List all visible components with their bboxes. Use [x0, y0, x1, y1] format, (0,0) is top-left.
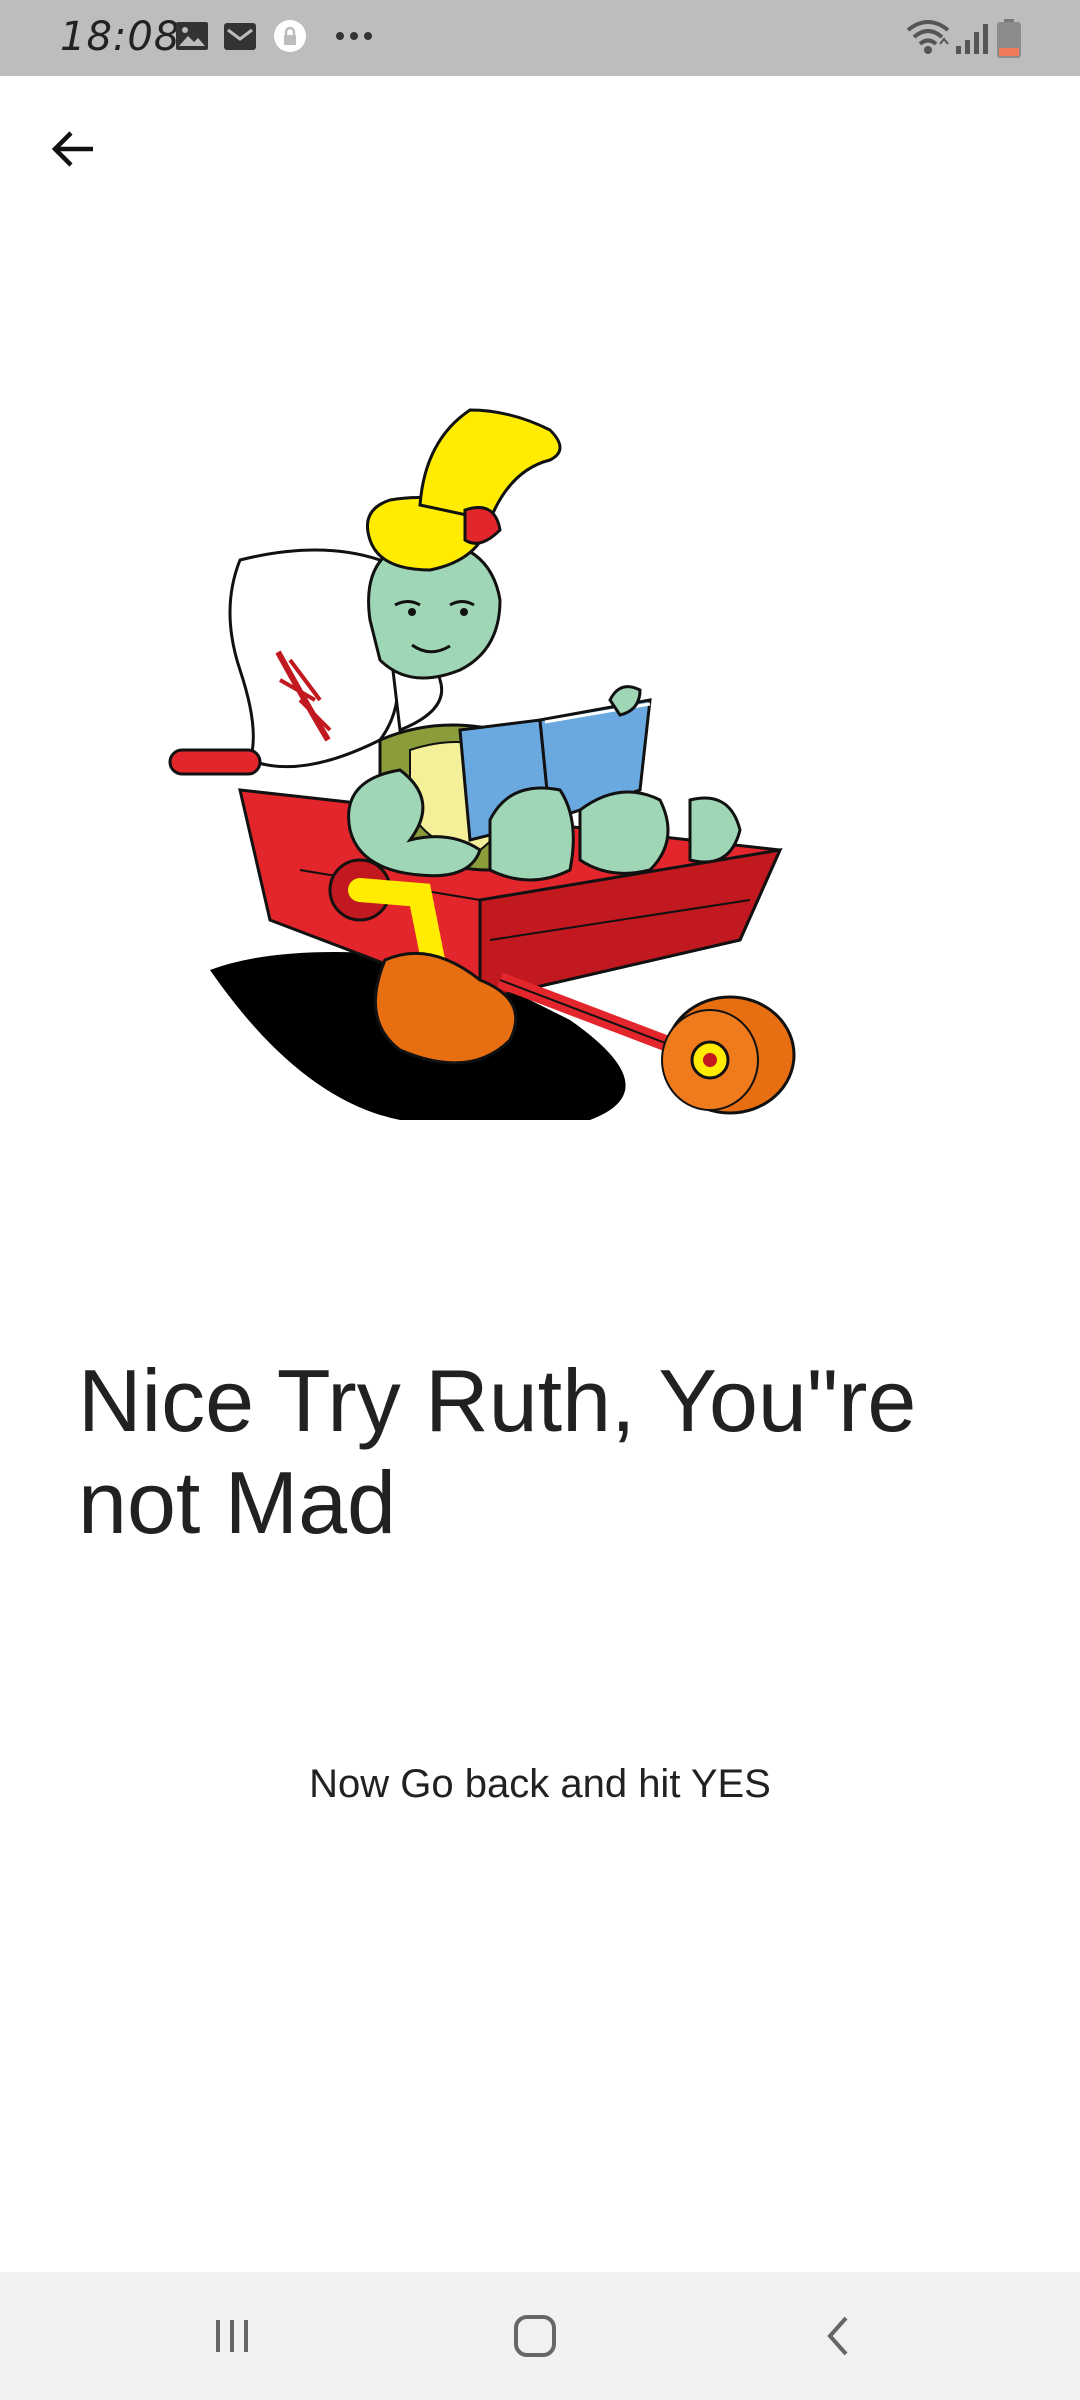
instruction-text: Now Go back and hit YES [309, 1762, 771, 1806]
recent-apps-icon [216, 2320, 248, 2352]
battery-icon [994, 18, 1024, 65]
recent-apps-button[interactable] [172, 2292, 292, 2380]
navigation-bar [0, 2272, 1080, 2400]
wifi-icon [906, 18, 950, 63]
turtle-in-wheelbarrow-illustration [168, 408, 796, 1120]
system-back-button[interactable] [778, 2292, 898, 2380]
status-bar: 18:08 [0, 0, 1080, 76]
headline: Nice Try Ruth, You"re not Mad [78, 1351, 917, 1552]
back-button[interactable] [36, 112, 110, 186]
home-icon [514, 2315, 556, 2357]
home-button[interactable] [475, 2292, 595, 2380]
status-time: 18:08 [60, 14, 181, 60]
gallery-icon [174, 18, 210, 59]
screen: 18:08 Nice Try Ruth, You"re not Mad Now … [0, 0, 1080, 2400]
signal-icon [954, 18, 990, 63]
vpn-lock-icon [272, 18, 308, 59]
more-dots-icon [334, 18, 374, 59]
arrow-left-icon [51, 131, 93, 167]
back-icon [827, 2316, 848, 2356]
mail-icon [222, 18, 258, 59]
